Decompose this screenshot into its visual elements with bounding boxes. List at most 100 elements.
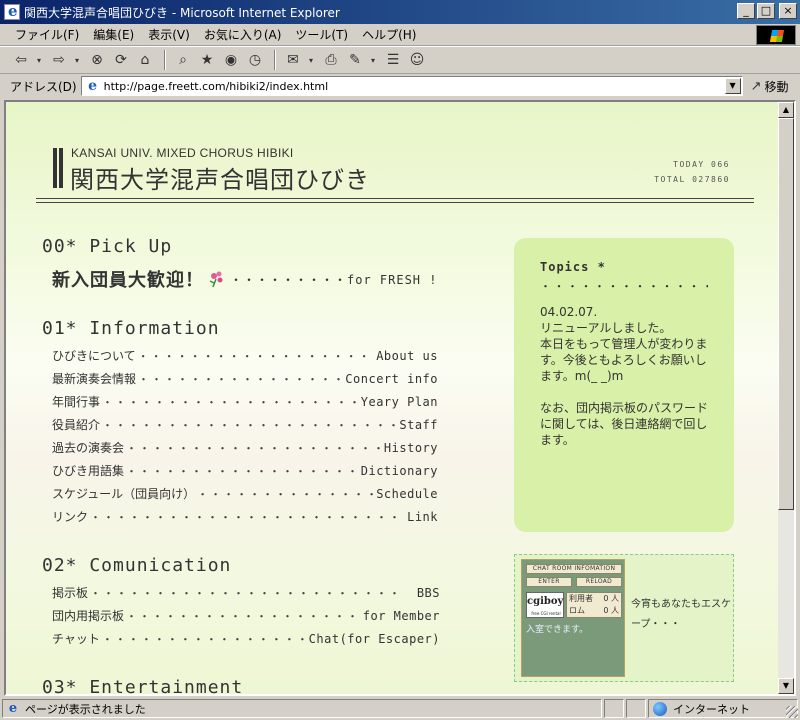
flower-icon bbox=[208, 270, 226, 288]
menu-link-concert[interactable]: 最新演奏会情報 ・・・・・・・・・・・・・・・・・・・・・・・・ Concert… bbox=[52, 367, 438, 390]
leader-dots: ・・・・・・・・・・・・・・・・・・・・・・・・ bbox=[126, 441, 384, 455]
mail-icon[interactable]: ✉ bbox=[282, 49, 304, 71]
fresh-link-text[interactable]: ・・・・・・・・・for FRESH ! bbox=[230, 271, 437, 288]
menu-favorites[interactable]: お気に入り(A) bbox=[197, 26, 289, 43]
leader-dots: ・・・・・・・・・・・・・・・・・・・・・・・・ bbox=[138, 372, 346, 386]
total-counter: TOTAL 027860 bbox=[654, 175, 730, 184]
go-button[interactable]: ↗ 移動 bbox=[751, 78, 789, 95]
maximize-button[interactable]: □ bbox=[757, 3, 775, 19]
menu-tools[interactable]: ツール(T) bbox=[288, 26, 355, 43]
resize-grip-icon[interactable] bbox=[786, 706, 798, 718]
print-icon[interactable]: ⎙ bbox=[320, 49, 342, 71]
chat-users-count: 0 人 bbox=[603, 594, 619, 603]
favorites-icon[interactable]: ★ bbox=[196, 49, 218, 71]
leader-dots: ・・・・・・・・・・・・・・・・・・・・・・・・ bbox=[137, 349, 377, 363]
menu-link-bbs[interactable]: 掲示板 ・・・・・・・・・・・・・・・・・・・・・・・・ BBS bbox=[52, 581, 440, 604]
menu-link-en[interactable]: Link bbox=[407, 510, 438, 524]
menu-link-label[interactable]: ひびき用語集 bbox=[52, 462, 124, 479]
leader-dots: ・・・・・・・・・・・・・・・・・・・・・・・・ bbox=[126, 464, 361, 478]
menu-link-en[interactable]: Schedule bbox=[376, 487, 438, 501]
web-page: KANSAI UNIV. MIXED CHORUS HIBIKI 関西大学混声合… bbox=[6, 102, 778, 694]
go-arrow-icon: ↗ bbox=[750, 78, 762, 94]
menu-file[interactable]: ファイル(F) bbox=[8, 26, 86, 43]
menu-link-label[interactable]: 年間行事 bbox=[52, 393, 100, 410]
refresh-icon[interactable]: ⟳ bbox=[110, 49, 132, 71]
topics-body: 04.02.07. リニューアルしました。 本日をもって管理人が変わります。今後… bbox=[540, 305, 709, 447]
scroll-thumb[interactable] bbox=[778, 118, 794, 510]
menu-link-en[interactable]: Yeary Plan bbox=[361, 395, 438, 409]
menu-link-en[interactable]: Dictionary bbox=[361, 464, 438, 478]
home-icon[interactable]: ⌂ bbox=[134, 49, 156, 71]
menu-link-schedule[interactable]: スケジュール（団員向け） ・・・・・・・・・・・・・・・・・・・・・・・・ Sc… bbox=[52, 482, 438, 505]
menu-view[interactable]: 表示(V) bbox=[141, 26, 197, 43]
menu-edit[interactable]: 編集(E) bbox=[86, 26, 141, 43]
window-title: 関西大学混声合唱団ひびき - Microsoft Internet Explor… bbox=[24, 5, 340, 20]
menu-link-en[interactable]: History bbox=[384, 441, 438, 455]
scroll-down-icon[interactable]: ▼ bbox=[778, 678, 794, 694]
menu-link-label[interactable]: 最新演奏会情報 bbox=[52, 370, 136, 387]
menu-link-member-bbs[interactable]: 団内用掲示板 ・・・・・・・・・・・・・・・・・・・・・・・・ for Memb… bbox=[52, 604, 440, 627]
title-bar[interactable]: 関西大学混声合唱団ひびき - Microsoft Internet Explor… bbox=[0, 0, 800, 24]
chat-caption: 今宵もあなたもエスケープ・・・ bbox=[631, 599, 731, 630]
status-text: ページが表示されました bbox=[25, 702, 146, 716]
section-heading-information: 01* Information bbox=[42, 318, 220, 339]
edit-icon[interactable]: ✎ bbox=[344, 49, 366, 71]
mail-dropdown-icon[interactable]: ▾ bbox=[306, 49, 316, 71]
menu-link-label[interactable]: チャット bbox=[52, 630, 100, 647]
menu-link-en[interactable]: About us bbox=[376, 349, 438, 363]
discuss-icon[interactable]: ☰ bbox=[382, 49, 404, 71]
messenger-icon[interactable]: ☺ bbox=[406, 49, 428, 71]
menu-help[interactable]: ヘルプ(H) bbox=[355, 26, 423, 43]
menu-link-chat[interactable]: チャット ・・・・・・・・・・・・・・・・・・・・・・・・ Chat(for E… bbox=[52, 627, 440, 650]
chat-enter-button[interactable]: ENTER bbox=[526, 577, 572, 587]
minimize-button[interactable]: _ bbox=[737, 3, 755, 19]
back-icon[interactable]: ⇦ bbox=[10, 49, 32, 71]
menu-link-en[interactable]: Staff bbox=[399, 418, 438, 432]
close-button[interactable]: × bbox=[779, 3, 797, 19]
address-url[interactable]: http://page.freett.com/hibiki2/index.htm… bbox=[104, 80, 329, 93]
menu-link-en[interactable]: BBS bbox=[417, 586, 440, 600]
menu-link-link[interactable]: リンク ・・・・・・・・・・・・・・・・・・・・・・・・ Link bbox=[52, 505, 438, 528]
status-bar: e ページが表示されました インターネット bbox=[0, 697, 800, 720]
address-dropdown-icon[interactable]: ▼ bbox=[724, 78, 741, 94]
back-dropdown-icon[interactable]: ▾ bbox=[34, 49, 44, 71]
leader-dots: ・・・・・・・・・・・・・・・・・・・・・・・・ bbox=[101, 632, 309, 646]
chat-reload-button[interactable]: RELOAD bbox=[576, 577, 622, 587]
menu-link-label[interactable]: スケジュール（団員向け） bbox=[52, 485, 195, 502]
menu-link-history[interactable]: 過去の演奏会 ・・・・・・・・・・・・・・・・・・・・・・・・ History bbox=[52, 436, 438, 459]
menu-link-about[interactable]: ひびきについて ・・・・・・・・・・・・・・・・・・・・・・・・ About u… bbox=[52, 344, 438, 367]
search-icon[interactable]: ⌕ bbox=[172, 49, 194, 71]
stop-icon[interactable]: ⊗ bbox=[86, 49, 108, 71]
menu-link-en[interactable]: Chat(for Escaper) bbox=[309, 632, 440, 646]
fresh-title[interactable]: 新入団員大歓迎！ bbox=[52, 266, 204, 292]
menu-link-yearly-plan[interactable]: 年間行事 ・・・・・・・・・・・・・・・・・・・・・・・・ Yeary Plan bbox=[52, 390, 438, 413]
menu-link-label[interactable]: リンク bbox=[52, 508, 88, 525]
vertical-scrollbar[interactable]: ▲ ▼ bbox=[778, 102, 794, 694]
scroll-up-icon[interactable]: ▲ bbox=[778, 102, 794, 118]
leader-dots: ・・・・・・・・・・・・・・・・・・・・・・・・ bbox=[90, 586, 403, 600]
communication-menu: 掲示板 ・・・・・・・・・・・・・・・・・・・・・・・・ BBS 団内用掲示板 … bbox=[52, 581, 440, 650]
media-icon[interactable]: ◉ bbox=[220, 49, 242, 71]
menu-link-label[interactable]: 過去の演奏会 bbox=[52, 439, 124, 456]
edit-dropdown-icon[interactable]: ▾ bbox=[368, 49, 378, 71]
forward-dropdown-icon[interactable]: ▾ bbox=[72, 49, 82, 71]
menu-link-label[interactable]: 役員紹介 bbox=[52, 416, 100, 433]
fresh-link[interactable]: 新入団員大歓迎！ ・・・・・・・・・for FRESH ! bbox=[52, 266, 437, 292]
history-icon[interactable]: ◷ bbox=[244, 49, 266, 71]
menu-link-label[interactable]: ひびきについて bbox=[52, 347, 136, 364]
menu-link-en[interactable]: for Member bbox=[363, 609, 440, 623]
menu-link-label[interactable]: 掲示板 bbox=[52, 584, 88, 601]
forward-icon[interactable]: ⇨ bbox=[48, 49, 70, 71]
leader-dots: ・・・・・・・・・・・・・・・・・・・・・・・・ bbox=[126, 609, 363, 623]
address-input[interactable]: e http://page.freett.com/hibiki2/index.h… bbox=[80, 76, 743, 96]
ie-app-icon[interactable] bbox=[4, 2, 20, 20]
menu-link-staff[interactable]: 役員紹介 ・・・・・・・・・・・・・・・・・・・・・・・・ Staff bbox=[52, 413, 438, 436]
menu-link-dictionary[interactable]: ひびき用語集 ・・・・・・・・・・・・・・・・・・・・・・・・ Dictiona… bbox=[52, 459, 438, 482]
leader-dots: ・・・・・・・・・・・・・・・・・・・・・・・・ bbox=[102, 418, 400, 432]
chat-users-row: 利用者 0 人 bbox=[567, 593, 621, 605]
cgiboy-logo[interactable]: cgiboy free CGI rental bbox=[526, 592, 564, 618]
cgiboy-logo-text: cgiboy bbox=[527, 596, 564, 607]
section-heading-communication: 02* Comunication bbox=[42, 555, 232, 576]
menu-link-en[interactable]: Concert info bbox=[345, 372, 438, 386]
menu-link-label[interactable]: 団内用掲示板 bbox=[52, 607, 124, 624]
